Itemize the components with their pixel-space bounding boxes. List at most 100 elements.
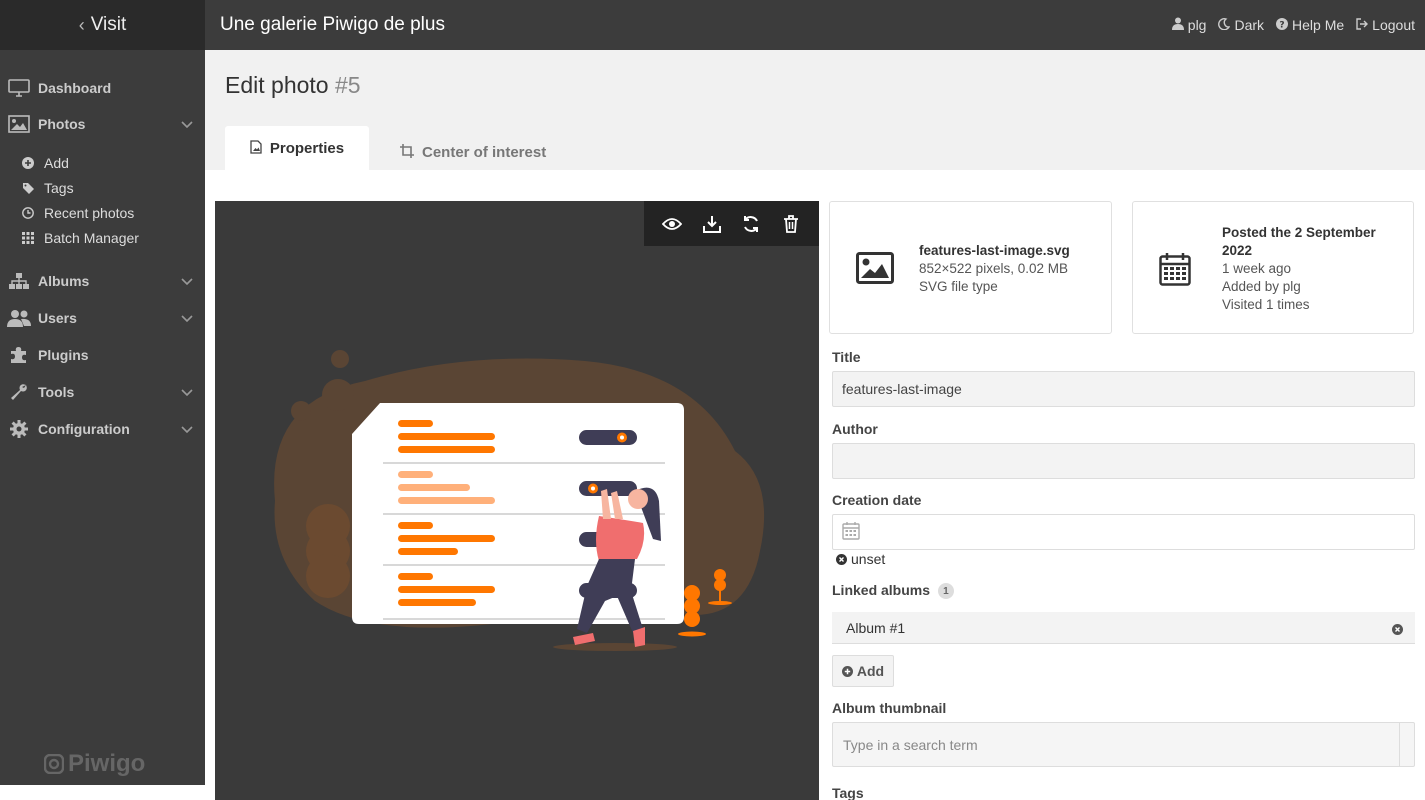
search-placeholder: Type in a search term: [843, 736, 978, 753]
sidebar-subitem-batch[interactable]: Batch Manager: [22, 227, 139, 249]
piwigo-logo-icon: [44, 754, 64, 774]
unset-date-button[interactable]: unset: [836, 551, 885, 567]
album-thumbnail-label: Album thumbnail: [832, 700, 947, 716]
refresh-button[interactable]: [738, 211, 764, 237]
top-right-menu: plg Dark ? Help Me Logout: [1171, 0, 1415, 50]
visit-label: Visit: [90, 14, 127, 35]
file-name: features-last-image.svg: [919, 243, 1070, 258]
tab-center-of-interest[interactable]: Center of interest: [400, 130, 546, 175]
sidebar-item-label: Plugins: [38, 347, 89, 363]
image-toolbar: [644, 201, 819, 246]
question-circle-icon: ?: [1276, 17, 1289, 33]
grid-icon: [22, 232, 44, 244]
sign-out-icon: [1356, 17, 1369, 33]
chevron-down-icon: [179, 310, 195, 326]
sidebar-item-albums[interactable]: Albums: [0, 266, 205, 296]
linked-albums-count: 1: [937, 583, 954, 600]
sidebar-item-label: Dashboard: [38, 80, 112, 96]
desktop-icon: [0, 79, 38, 97]
author-label: Author: [832, 421, 878, 437]
sync-icon: [744, 215, 759, 232]
sidebar-item-label: Tools: [38, 384, 75, 400]
tab-properties[interactable]: Properties: [225, 126, 369, 171]
sidebar-item-users[interactable]: Users: [0, 303, 205, 333]
wrench-icon: [0, 383, 38, 401]
sidebar-item-label: Albums: [38, 273, 90, 289]
logout-label: Logout: [1372, 17, 1415, 33]
linked-albums-text: Linked albums: [832, 582, 931, 598]
download-button[interactable]: [699, 211, 725, 237]
sidebar-item-photos[interactable]: Photos: [0, 109, 205, 139]
plus-circle-icon: [22, 157, 44, 169]
creation-date-label: Creation date: [832, 492, 922, 508]
puzzle-icon: [0, 346, 38, 364]
piwigo-logo: Piwigo: [44, 750, 145, 778]
sidebar-subitem-add[interactable]: Add: [22, 152, 69, 174]
help-link[interactable]: ? Help Me: [1276, 17, 1344, 33]
svg-text:?: ?: [1279, 20, 1284, 30]
sidebar-item-label: Users: [38, 310, 77, 326]
dark-label: Dark: [1234, 17, 1265, 33]
trash-icon: [784, 214, 799, 233]
calendar-icon: [1159, 252, 1191, 291]
image-icon: [0, 115, 38, 133]
remove-album-button[interactable]: [1392, 622, 1403, 638]
input-divider: [1399, 723, 1400, 766]
unset-label: unset: [851, 551, 886, 567]
image-icon: [856, 252, 894, 289]
tags-label: Tags: [832, 785, 864, 800]
sidebar-item-plugins[interactable]: Plugins: [0, 340, 205, 370]
subitem-label: Recent photos: [44, 205, 135, 221]
eye-icon: [661, 217, 682, 230]
dark-mode-toggle[interactable]: Dark: [1218, 17, 1264, 33]
file-type: SVG file type: [919, 279, 998, 294]
moon-icon: [1218, 17, 1231, 33]
photo-preview: [215, 201, 819, 800]
top-bar: ‹ Visit Une galerie Piwigo de plus plg D…: [0, 0, 1425, 50]
add-album-button[interactable]: Add: [832, 655, 894, 687]
logo-text: Piwigo: [68, 750, 146, 777]
sidebar-item-configuration[interactable]: Configuration: [0, 414, 205, 444]
sidebar-subitem-tags[interactable]: Tags: [22, 177, 74, 199]
clock-icon: [22, 207, 44, 219]
crop-icon: [400, 143, 414, 162]
album-thumbnail-search[interactable]: Type in a search term: [832, 722, 1415, 767]
file-image-icon: [250, 139, 262, 158]
file-info-text: features-last-image.svg 852×522 pixels, …: [919, 242, 1070, 296]
user-menu[interactable]: plg: [1171, 17, 1207, 33]
sidebar-item-label: Photos: [38, 116, 86, 132]
view-button[interactable]: [659, 211, 685, 237]
visit-button[interactable]: ‹ Visit: [0, 0, 205, 50]
help-label: Help Me: [1292, 17, 1345, 33]
logout-link[interactable]: Logout: [1356, 17, 1415, 33]
title-input[interactable]: features-last-image: [832, 371, 1415, 407]
sidebar-item-tools[interactable]: Tools: [0, 377, 205, 407]
subitem-label: Batch Manager: [44, 230, 139, 246]
album-name: Album #1: [846, 619, 906, 636]
chevron-down-icon: [179, 273, 195, 289]
date-info-text: Posted the 2 September 2022 1 week ago A…: [1222, 224, 1402, 314]
added-by: Added by plg: [1222, 279, 1301, 294]
subitem-label: Tags: [44, 180, 74, 196]
sitemap-icon: [0, 273, 38, 289]
file-dimensions: 852×522 pixels, 0.02 MB: [919, 261, 1068, 276]
title-label: Title: [832, 349, 861, 365]
linked-album-item: Album #1: [832, 612, 1415, 644]
delete-button[interactable]: [778, 211, 804, 237]
linked-albums-label: Linked albums 1: [832, 582, 954, 600]
posted-ago: 1 week ago: [1222, 261, 1292, 276]
calendar-icon: [842, 521, 860, 543]
chevron-up-icon: [179, 116, 195, 132]
gear-icon: [0, 420, 38, 438]
sidebar-subitem-recent[interactable]: Recent photos: [22, 202, 134, 224]
author-input[interactable]: [832, 443, 1415, 479]
user-icon: [1171, 17, 1184, 33]
download-icon: [702, 215, 721, 233]
times-circle-icon: [836, 553, 847, 565]
file-info-card: features-last-image.svg 852×522 pixels, …: [829, 201, 1112, 334]
sidebar-item-dashboard[interactable]: Dashboard: [0, 73, 205, 103]
creation-date-input[interactable]: [832, 514, 1415, 550]
photo-illustration: [274, 350, 765, 651]
gallery-title[interactable]: Une galerie Piwigo de plus: [220, 14, 445, 36]
user-label: plg: [1187, 17, 1207, 33]
